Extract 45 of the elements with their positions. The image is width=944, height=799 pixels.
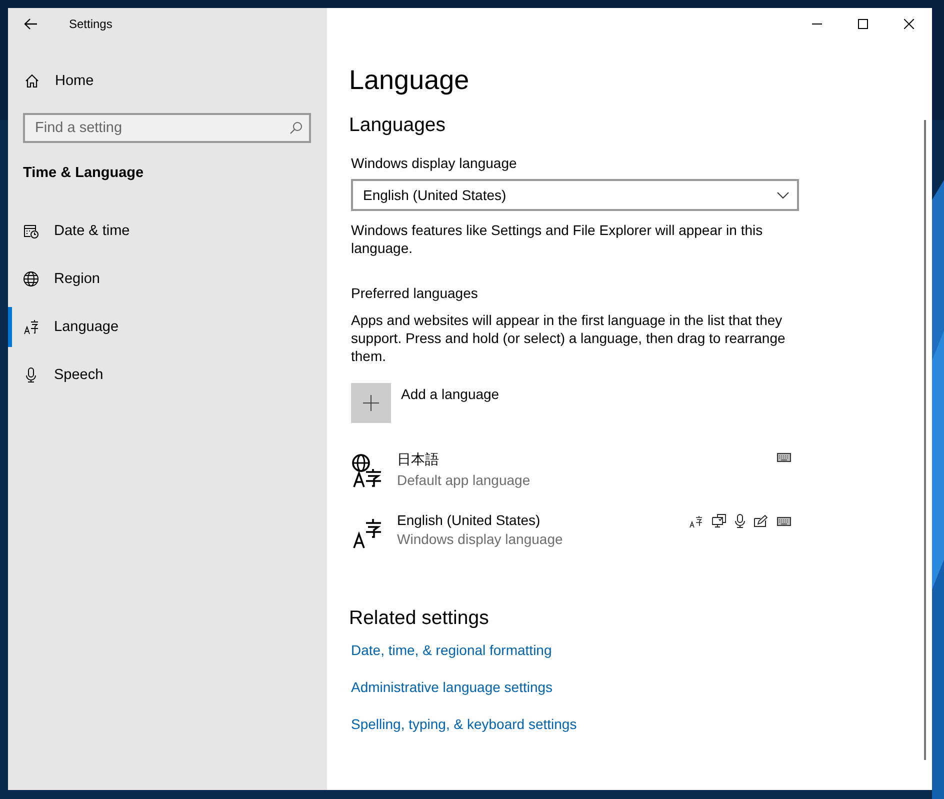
microphone-icon bbox=[735, 514, 745, 528]
section-heading: Related settings bbox=[349, 607, 489, 630]
sidebar-item[interactable]: Speech bbox=[8, 355, 327, 395]
field-label: Windows display language bbox=[351, 155, 517, 171]
keyboard-icon bbox=[777, 453, 791, 462]
pen-icon bbox=[754, 515, 768, 527]
language-detail: Windows display language bbox=[397, 531, 564, 547]
chevron-down-icon bbox=[777, 192, 789, 198]
language-name: 日本語 bbox=[397, 451, 440, 469]
search-field[interactable]: Find a setting bbox=[23, 113, 311, 143]
settings-link[interactable]: Date, time, & regional formatting bbox=[351, 642, 552, 658]
language-item[interactable]: 日本語 Default app language bbox=[351, 451, 791, 488]
globe-icon bbox=[23, 271, 39, 287]
page-title: Language bbox=[349, 65, 470, 96]
settings-link[interactable]: Spelling, typing, & keyboard settings bbox=[351, 716, 577, 732]
language-icon bbox=[689, 514, 703, 528]
microphone-icon bbox=[23, 367, 39, 383]
language-icon bbox=[23, 319, 39, 335]
language-item[interactable]: English (United States) Windows display language bbox=[351, 512, 791, 549]
description-text: Windows features like Settings and File Explorer will appear in this language. bbox=[351, 221, 764, 257]
keyboard-icon bbox=[777, 516, 791, 526]
window-title: Settings bbox=[69, 17, 112, 31]
back-arrow-icon bbox=[24, 18, 38, 30]
close-icon bbox=[904, 19, 914, 29]
plus-icon bbox=[351, 383, 391, 423]
settings-link[interactable]: Administrative language settings bbox=[351, 679, 553, 695]
section-heading: Languages bbox=[349, 114, 446, 137]
sidebar-item[interactable]: Date & time bbox=[8, 211, 327, 251]
language-name: English (United States) bbox=[397, 512, 542, 528]
globe-language-icon bbox=[351, 454, 383, 488]
language-dropdown[interactable]: English (United States) bbox=[351, 179, 799, 211]
sidebar-item[interactable]: Language bbox=[8, 307, 327, 347]
search-icon bbox=[289, 121, 303, 135]
field-label: Preferred languages bbox=[351, 285, 478, 301]
sidebar-item[interactable]: Region bbox=[8, 259, 327, 299]
monitor-icon bbox=[712, 514, 726, 528]
home-link[interactable]: Home bbox=[8, 61, 327, 101]
add-language-button[interactable]: Add a language bbox=[351, 383, 500, 423]
home-icon bbox=[24, 73, 40, 89]
scrollbar[interactable] bbox=[924, 120, 926, 760]
calendar-clock-icon bbox=[23, 223, 39, 239]
maximize-icon bbox=[858, 19, 868, 29]
section-heading: Time & Language bbox=[22, 165, 145, 181]
language-detail: Default app language bbox=[397, 472, 532, 488]
description-text: Apps and websites will appear in the first language in the list that they support. Press and hold (or select) a language, then drag to rearrange them. bbox=[351, 311, 786, 365]
